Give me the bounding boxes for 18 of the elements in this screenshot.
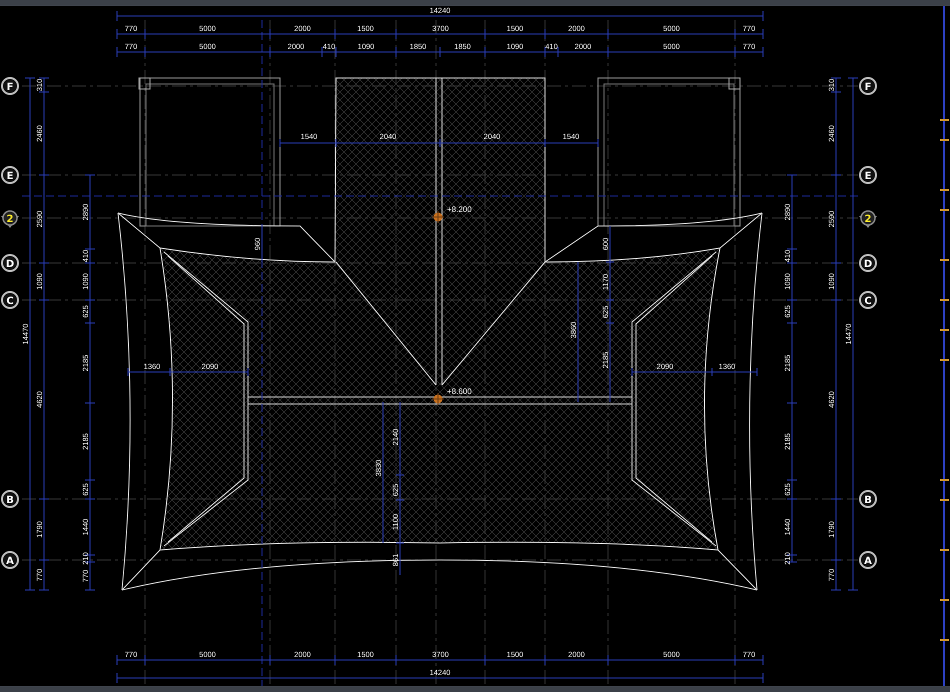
axis-marker: B: [1, 490, 19, 508]
axis-marker: 2: [1, 210, 19, 228]
axis-marker: E: [1, 166, 19, 184]
axis-marker: C: [859, 291, 877, 309]
axis-marker: 2: [859, 210, 877, 228]
axis-marker: D: [859, 254, 877, 272]
elevation-label: +8.200: [447, 205, 472, 214]
elevation-label: +8.600: [447, 387, 472, 396]
axis-marker: A: [1, 551, 19, 569]
elevation-marker-icon: [432, 210, 444, 224]
axis-marker: A: [859, 551, 877, 569]
axis-marker: C: [1, 291, 19, 309]
axis-marker: F: [859, 77, 877, 95]
axis-marker: E: [859, 166, 877, 184]
axis-marker: D: [1, 254, 19, 272]
axis-marker: B: [859, 490, 877, 508]
axis-marker: F: [1, 77, 19, 95]
elevation-marker-icon: [432, 392, 444, 406]
